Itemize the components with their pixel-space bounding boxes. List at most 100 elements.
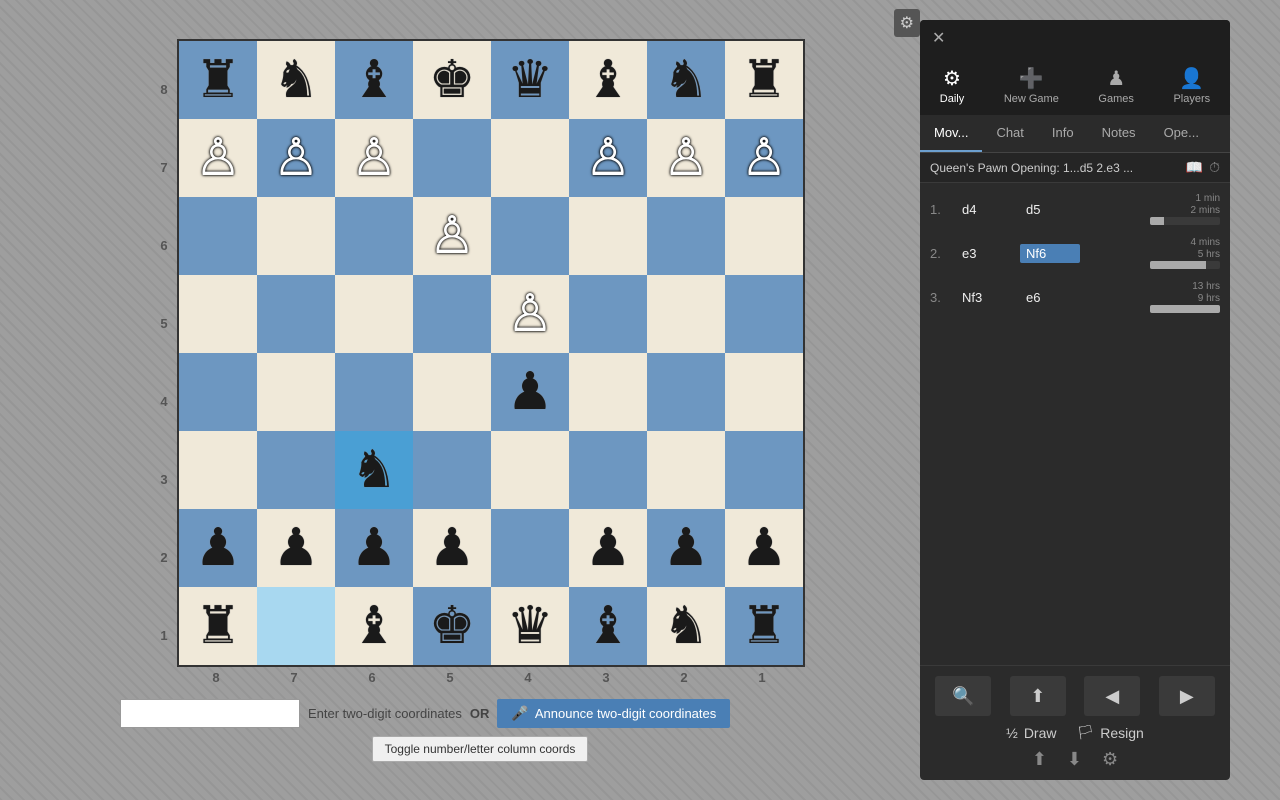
square-a7[interactable]: ♙	[179, 119, 257, 197]
square-f4[interactable]	[569, 353, 647, 431]
square-a6[interactable]	[179, 197, 257, 275]
square-d7[interactable]	[413, 119, 491, 197]
square-h4[interactable]	[725, 353, 803, 431]
square-g4[interactable]	[647, 353, 725, 431]
announce-button[interactable]: 🎤 Announce two-digit coordinates	[497, 699, 730, 728]
tab-daily[interactable]: ⚙ Daily	[930, 60, 974, 111]
toggle-coords-button[interactable]: Toggle number/letter column coords	[372, 736, 589, 762]
search-button[interactable]: 🔍	[935, 676, 991, 716]
square-c5[interactable]	[335, 275, 413, 353]
square-g5[interactable]	[647, 275, 725, 353]
square-h3[interactable]	[725, 431, 803, 509]
square-h8[interactable]: ♜	[725, 41, 803, 119]
sub-tab-chat[interactable]: Chat	[982, 115, 1037, 152]
square-b6[interactable]	[257, 197, 335, 275]
square-d8[interactable]: ♚	[413, 41, 491, 119]
square-h1[interactable]: ♜	[725, 587, 803, 665]
square-d2[interactable]: ♟	[413, 509, 491, 587]
square-d5[interactable]	[413, 275, 491, 353]
mic-icon: 🎤	[511, 705, 528, 722]
move-black-3[interactable]: e6	[1020, 288, 1080, 307]
sub-tab-info[interactable]: Info	[1038, 115, 1088, 152]
square-a2[interactable]: ♟	[179, 509, 257, 587]
square-b4[interactable]	[257, 353, 335, 431]
square-a3[interactable]	[179, 431, 257, 509]
square-e4[interactable]: ♟	[491, 353, 569, 431]
square-e5[interactable]: ♙	[491, 275, 569, 353]
move-num-1: 1.	[930, 202, 952, 217]
chessboard[interactable]: ♜ ♞ ♝ ♚ ♛ ♝ ♞ ♜ ♙ ♙ ♙ ♙	[177, 39, 805, 667]
square-h6[interactable]	[725, 197, 803, 275]
draw-button[interactable]: ½ Draw	[1006, 724, 1056, 741]
close-button[interactable]: ✕	[928, 24, 949, 52]
coord-input[interactable]	[120, 699, 300, 728]
move-white-1[interactable]: d4	[956, 200, 1016, 219]
square-b5[interactable]	[257, 275, 335, 353]
tab-games[interactable]: ♟ Games	[1088, 60, 1143, 111]
extra-icons: ⬆ ⬇ ⚙	[930, 749, 1220, 770]
square-e1[interactable]: ♛	[491, 587, 569, 665]
tab-new-game[interactable]: ➕ New Game	[994, 60, 1069, 111]
book-icon[interactable]: 📖	[1186, 159, 1203, 176]
square-d1[interactable]: ♚	[413, 587, 491, 665]
square-e6[interactable]	[491, 197, 569, 275]
square-g3[interactable]	[647, 431, 725, 509]
square-c1[interactable]: ♝	[335, 587, 413, 665]
square-f8[interactable]: ♝	[569, 41, 647, 119]
square-h5[interactable]	[725, 275, 803, 353]
square-a4[interactable]	[179, 353, 257, 431]
square-g1[interactable]: ♞	[647, 587, 725, 665]
square-a1[interactable]: ♜	[179, 587, 257, 665]
clock-icon[interactable]: ⏱	[1209, 159, 1220, 176]
extra-gear-button[interactable]: ⚙	[1102, 749, 1118, 770]
square-d4[interactable]	[413, 353, 491, 431]
sub-tab-notes[interactable]: Notes	[1088, 115, 1150, 152]
square-c8[interactable]: ♝	[335, 41, 413, 119]
sub-tab-moves[interactable]: Mov...	[920, 115, 982, 152]
square-h2[interactable]: ♟	[725, 509, 803, 587]
square-f7[interactable]: ♙	[569, 119, 647, 197]
square-h7[interactable]: ♙	[725, 119, 803, 197]
move-black-2[interactable]: Nf6	[1020, 244, 1080, 263]
square-a8[interactable]: ♜	[179, 41, 257, 119]
square-c2[interactable]: ♟	[335, 509, 413, 587]
square-f3[interactable]	[569, 431, 647, 509]
rank-label-3: 3	[155, 441, 173, 519]
square-b1-highlight[interactable]	[257, 587, 335, 665]
square-f6[interactable]	[569, 197, 647, 275]
square-a5[interactable]	[179, 275, 257, 353]
square-c4[interactable]	[335, 353, 413, 431]
square-d6[interactable]: ♙	[413, 197, 491, 275]
square-f2[interactable]: ♟	[569, 509, 647, 587]
square-c3-highlight[interactable]: ♞	[335, 431, 413, 509]
square-c6[interactable]	[335, 197, 413, 275]
board-settings-button[interactable]: ⚙	[894, 9, 920, 37]
extra-share-button[interactable]: ⬆	[1032, 749, 1047, 770]
square-g7[interactable]: ♙	[647, 119, 725, 197]
square-d3[interactable]	[413, 431, 491, 509]
square-f5[interactable]	[569, 275, 647, 353]
square-b2[interactable]: ♟	[257, 509, 335, 587]
move-white-3[interactable]: Nf3	[956, 288, 1016, 307]
move-white-2[interactable]: e3	[956, 244, 1016, 263]
next-button[interactable]: ▶	[1159, 676, 1215, 716]
prev-button[interactable]: ◀	[1084, 676, 1140, 716]
resign-button[interactable]: 🏳 Resign	[1076, 724, 1143, 741]
square-b8[interactable]: ♞	[257, 41, 335, 119]
square-g2[interactable]: ♟	[647, 509, 725, 587]
extra-download-button[interactable]: ⬇	[1067, 749, 1082, 770]
square-g8[interactable]: ♞	[647, 41, 725, 119]
tab-players[interactable]: 👤 Players	[1163, 60, 1220, 111]
square-b3[interactable]	[257, 431, 335, 509]
square-c7[interactable]: ♙	[335, 119, 413, 197]
share-button[interactable]: ⬆	[1010, 676, 1066, 716]
square-b7[interactable]: ♙	[257, 119, 335, 197]
square-e3[interactable]	[491, 431, 569, 509]
square-e7[interactable]	[491, 119, 569, 197]
move-black-1[interactable]: d5	[1020, 200, 1080, 219]
square-e8[interactable]: ♛	[491, 41, 569, 119]
square-g6[interactable]	[647, 197, 725, 275]
square-e2[interactable]	[491, 509, 569, 587]
sub-tab-opening[interactable]: Ope...	[1150, 115, 1213, 152]
square-f1[interactable]: ♝	[569, 587, 647, 665]
